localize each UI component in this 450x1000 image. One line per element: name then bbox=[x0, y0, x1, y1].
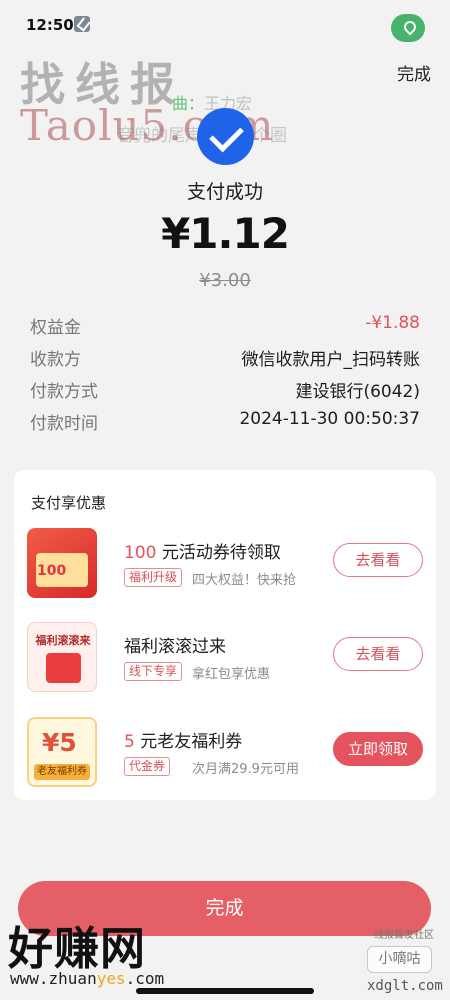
checkmark-icon bbox=[197, 108, 254, 165]
original-price: ¥3.00 bbox=[199, 270, 251, 291]
community-watermark: 线报首发社区 bbox=[374, 930, 434, 941]
offer-number: 5 bbox=[124, 732, 135, 752]
offer-title: 100 元活动券待领取 bbox=[124, 538, 281, 563]
top-done-button[interactable]: 完成 bbox=[397, 60, 431, 85]
offer-name: 元活动券待领取 bbox=[161, 543, 281, 563]
url-part: .com bbox=[125, 969, 165, 988]
offer-number: 100 bbox=[124, 543, 157, 563]
offers-card: 支付享优惠 100 100 元活动券待领取 福利升级 四大权益！快来抢 去看看 … bbox=[14, 470, 436, 800]
detail-label: 付款时间 bbox=[30, 414, 98, 434]
offer-item[interactable]: ¥5 老友福利券 5 元老友福利券 代金券 次月满29.9元可用 立即领取 bbox=[27, 717, 423, 795]
detail-row-payee: 收款方 微信收款用户_扫码转账 bbox=[30, 345, 420, 371]
offers-title: 支付享优惠 bbox=[31, 494, 107, 512]
offer-item[interactable]: 福利滚滚来 福利滚滚过来 线下专享 拿红包享优惠 去看看 bbox=[27, 622, 423, 700]
payment-amount: ¥1.12 bbox=[161, 209, 290, 258]
watermark-brand: 好赚网 bbox=[8, 922, 147, 975]
offer-thumb-text: 福利滚滚来 bbox=[35, 634, 91, 647]
claim-offer-button[interactable]: 立即领取 bbox=[333, 732, 423, 766]
offer-tag: 代金券 bbox=[124, 757, 171, 776]
detail-value: 微信收款用户_扫码转账 bbox=[241, 350, 421, 370]
offer-title: 5 元老友福利券 bbox=[124, 727, 242, 752]
music-prefix: 曲： bbox=[172, 94, 205, 113]
payment-status: 支付成功 bbox=[186, 181, 263, 203]
slot-machine-icon: 福利滚滚来 bbox=[27, 622, 97, 692]
offer-name: 元老友福利券 bbox=[140, 732, 243, 752]
small-site-watermark: xdglt.com bbox=[367, 978, 443, 994]
offer-name: 福利滚滚过来 bbox=[124, 637, 226, 657]
view-offer-button[interactable]: 去看看 bbox=[333, 637, 423, 671]
detail-label: 权益金 bbox=[30, 318, 81, 338]
coupon-value: ¥5 bbox=[42, 728, 77, 757]
offer-title: 福利滚滚过来 bbox=[124, 632, 226, 657]
home-indicator bbox=[136, 988, 314, 994]
detail-value: 建设银行(6042) bbox=[295, 382, 420, 402]
detail-row-payment-time: 付款时间 2024-11-30 00:50:37 bbox=[30, 409, 420, 435]
offer-tag: 线下专享 bbox=[124, 662, 183, 681]
offer-thumb-text: 老友福利券 bbox=[34, 764, 90, 780]
detail-row-benefit: 权益金 -¥1.88 bbox=[30, 313, 420, 339]
small-brand-watermark: 小嘀咕 bbox=[367, 946, 432, 973]
detail-label: 付款方式 bbox=[30, 382, 98, 402]
red-envelope-icon: 100 bbox=[27, 528, 97, 598]
offer-description: 次月满29.9元可用 bbox=[192, 762, 299, 777]
detail-value: 2024-11-30 00:50:37 bbox=[239, 409, 420, 429]
status-time: 12:50 bbox=[26, 16, 74, 34]
offer-description: 四大权益！快来抢 bbox=[192, 573, 297, 588]
location-pin-icon bbox=[391, 14, 425, 42]
offer-item[interactable]: 100 100 元活动券待领取 福利升级 四大权益！快来抢 去看看 bbox=[27, 528, 423, 606]
detail-row-payment-method: 付款方式 建设银行(6042) bbox=[30, 377, 420, 403]
coupon-icon: ¥5 老友福利券 bbox=[27, 717, 97, 787]
detail-label: 收款方 bbox=[30, 350, 81, 370]
offer-description: 拿红包享优惠 bbox=[192, 667, 271, 682]
watermark-url: www.zhuanyes.com bbox=[10, 969, 164, 988]
detail-value: -¥1.88 bbox=[365, 313, 420, 333]
wrench-icon bbox=[74, 16, 90, 32]
offer-thumb-text: 100 bbox=[37, 563, 67, 579]
offer-tag: 福利升级 bbox=[124, 568, 183, 587]
status-bar: 12:50 bbox=[0, 0, 450, 46]
url-part: www.zhuan bbox=[10, 969, 97, 988]
view-offer-button[interactable]: 去看看 bbox=[333, 543, 423, 577]
url-accent: yes bbox=[96, 969, 126, 988]
